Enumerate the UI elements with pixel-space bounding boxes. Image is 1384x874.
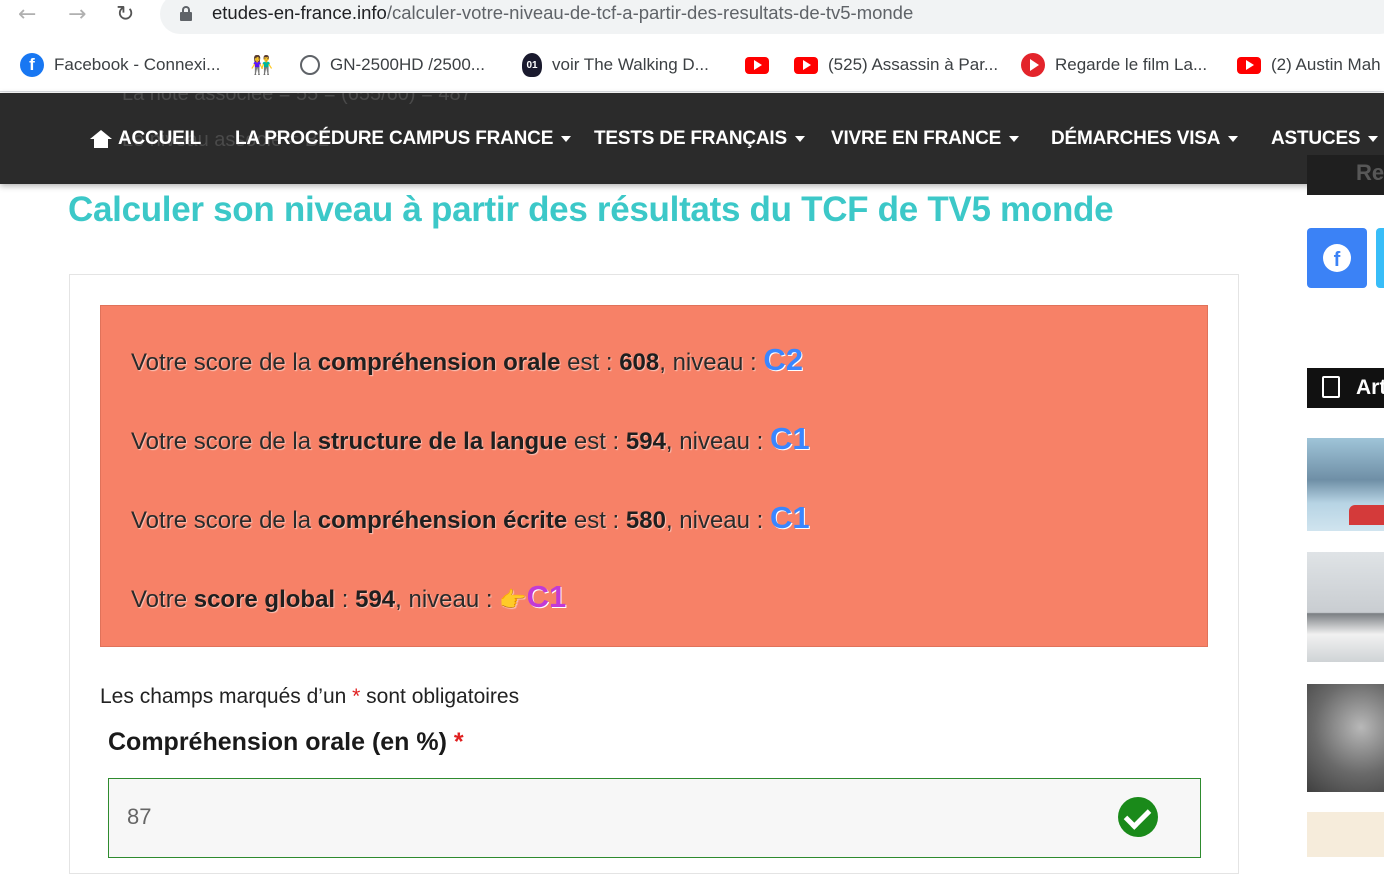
caret-down-icon [794, 136, 805, 142]
shield-icon: 01 [522, 53, 542, 77]
lock-icon [180, 6, 192, 21]
nav-procedure-campus-france[interactable]: LA PROCÉDURE CAMPUS FRANCE [235, 128, 572, 150]
document-icon [1322, 376, 1340, 398]
bookmark-regarde-film[interactable]: Regarde le film La... [1021, 52, 1207, 78]
caret-down-icon [1009, 136, 1020, 142]
result-oral: Votre score de la compréhension orale es… [131, 342, 803, 377]
article-thumbnail[interactable] [1307, 812, 1384, 857]
people-icon: 👫 [250, 54, 274, 75]
result-global: Votre score global : 594, niveau : 👉C1 [131, 579, 567, 614]
required-fields-note: Les champs marqués d’un * sont obligatoi… [100, 685, 520, 708]
caret-down-icon [561, 136, 572, 142]
overlapped-text: La note associée = 55 = (655/60) = 487 [122, 93, 472, 105]
nav-demarches-visa[interactable]: DÉMARCHES VISA [1051, 128, 1239, 150]
facebook-icon: f [20, 53, 44, 77]
level-badge: C2 [763, 342, 803, 377]
result-structure: Votre score de la structure de la langue… [131, 421, 810, 456]
bookmark-walking-dead[interactable]: 01 voir The Walking D... [522, 52, 709, 78]
bookmark-assassin[interactable]: (525) Assassin à Par... [794, 52, 998, 78]
address-bar[interactable]: etudes-en-france.info/calculer-votre-niv… [160, 0, 1384, 34]
nav-astuces[interactable]: ASTUCES [1271, 128, 1379, 150]
nav-tests-de-francais[interactable]: TESTS DE FRANÇAIS [594, 128, 805, 150]
nav-accueil[interactable]: ACCUEIL [90, 128, 201, 150]
article-thumbnail[interactable] [1307, 684, 1384, 792]
share-label: Re [1356, 160, 1384, 185]
checkmark-valid-icon [1118, 797, 1158, 837]
twitter-share-button[interactable] [1376, 228, 1384, 288]
bookmark-austin[interactable]: (2) Austin Mah [1237, 52, 1381, 78]
result-ecrite: Votre score de la compréhension écrite e… [131, 500, 810, 535]
back-button[interactable]: ← [18, 2, 36, 27]
forward-button[interactable]: → [68, 2, 86, 27]
bookmark-facebook[interactable]: f Facebook - Connexi... [20, 52, 220, 78]
pointing-hand-icon: 👉 [499, 587, 527, 612]
level-badge: C1 [769, 421, 810, 456]
site-navbar: La note associée = 55 = (655/60) = 487 L… [0, 93, 1384, 184]
caret-down-icon [1228, 136, 1239, 142]
bookmarks-bar: f Facebook - Connexi... 👫 GN-2500HD /250… [0, 38, 1384, 92]
facebook-share-button[interactable]: f [1307, 228, 1367, 288]
level-badge: C1 [770, 500, 810, 535]
articles-label: Art [1356, 376, 1384, 399]
bookmark-people[interactable]: 👫 [250, 52, 274, 78]
globe-icon [300, 55, 320, 75]
facebook-icon: f [1323, 244, 1351, 272]
comprehension-orale-label: Compréhension orale (en %) * [108, 728, 464, 756]
article-thumbnail[interactable] [1307, 552, 1384, 662]
results-panel: Votre score de la compréhension orale es… [100, 305, 1208, 647]
page-title: Calculer son niveau à partir des résulta… [68, 190, 1114, 229]
youtube-icon [794, 56, 818, 74]
bookmark-youtube[interactable] [745, 52, 769, 78]
comprehension-orale-input[interactable] [109, 779, 1200, 855]
nav-vivre-en-france[interactable]: VIVRE EN FRANCE [831, 128, 1020, 150]
reload-button[interactable]: ↻ [116, 2, 134, 27]
browser-toolbar: ← → ↻ etudes-en-france.info/calculer-vot… [0, 0, 1384, 38]
home-icon [90, 130, 112, 148]
comprehension-orale-field [108, 778, 1201, 858]
play-icon [1021, 53, 1045, 77]
article-thumbnail[interactable] [1307, 438, 1384, 531]
caret-down-icon [1368, 136, 1379, 142]
bookmark-gn2500[interactable]: GN-2500HD /2500... [300, 52, 485, 78]
global-level-badge: C1 [526, 579, 567, 614]
youtube-icon [745, 56, 769, 74]
youtube-icon [1237, 56, 1261, 74]
required-asterisk: * [453, 728, 464, 756]
url-text: etudes-en-france.info/calculer-votre-niv… [212, 2, 914, 23]
